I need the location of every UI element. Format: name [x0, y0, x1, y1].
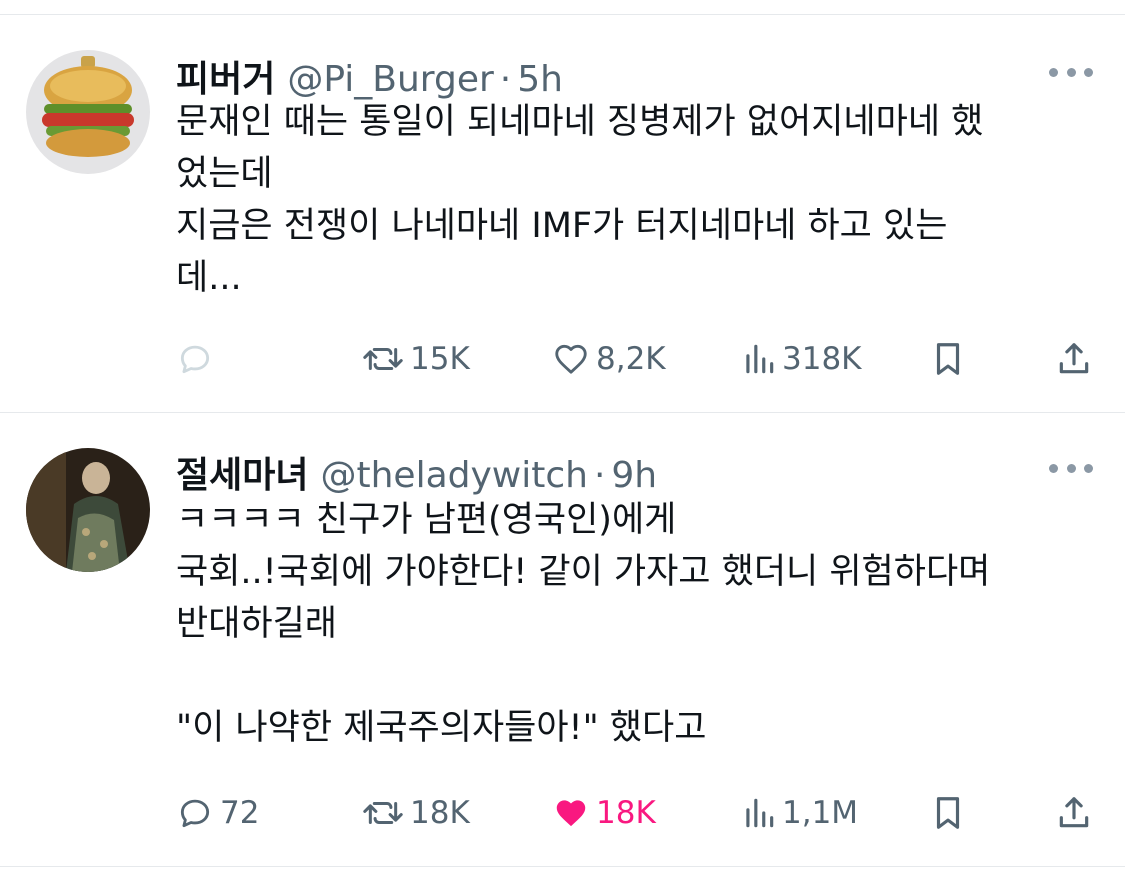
retweet-button[interactable]: 18K: [362, 788, 470, 838]
like-count: 18K: [596, 795, 656, 831]
like-count: 8,2K: [596, 341, 666, 377]
reply-icon: [180, 345, 210, 374]
retweet-count: 15K: [410, 341, 470, 377]
separator-dot: ·: [593, 455, 606, 496]
retweet-icon: [363, 801, 403, 825]
more-icon[interactable]: [1049, 60, 1093, 84]
views-icon: [746, 344, 774, 374]
avatar[interactable]: [26, 448, 150, 572]
timestamp[interactable]: 5h: [517, 59, 563, 100]
share-button[interactable]: [1056, 334, 1092, 384]
display-name[interactable]: 절세마녀: [176, 446, 308, 498]
bottom-divider: [0, 866, 1125, 867]
share-icon: [1059, 797, 1089, 828]
retweet-button[interactable]: 15K: [362, 334, 470, 384]
views-button[interactable]: 1,1M: [742, 788, 858, 838]
share-button[interactable]: [1056, 788, 1092, 838]
bookmark-icon: [936, 797, 960, 829]
views-count: 318K: [782, 341, 862, 377]
portrait-painting-avatar: [26, 448, 150, 572]
heart-icon: [555, 344, 587, 374]
retweet-count: 18K: [410, 795, 470, 831]
more-icon[interactable]: [1049, 456, 1093, 480]
user-handle[interactable]: @theladywitch: [320, 455, 587, 496]
tweet-text: ㅋㅋㅋㅋ 친구가 남편(영국인)에게 국회..!국회에 가야한다! 같이 가자고…: [176, 500, 991, 748]
tweet-actions: 72 18K 18K 1,1M: [176, 788, 1096, 838]
tweet-header: 절세마녀 @theladywitch · 9h: [176, 446, 657, 496]
tweet-text: 문재인 때는 통일이 되네마네 징병제가 없어지네마네 했 었는데 지금은 전쟁…: [176, 102, 984, 298]
burger-ornament-avatar: [26, 50, 150, 174]
top-divider: [0, 14, 1125, 15]
reply-button[interactable]: [176, 334, 220, 384]
bookmark-button[interactable]: [930, 788, 966, 838]
tweet-header: 피버거 @Pi_Burger · 5h: [176, 50, 563, 100]
like-button[interactable]: 18K: [552, 788, 656, 838]
views-icon: [746, 798, 774, 828]
user-handle[interactable]: @Pi_Burger: [287, 59, 493, 100]
views-count: 1,1M: [782, 795, 859, 831]
views-button[interactable]: 318K: [742, 334, 862, 384]
separator-dot: ·: [499, 59, 512, 100]
tweet-divider: [0, 412, 1125, 413]
reply-count: 72: [220, 795, 260, 831]
retweet-icon: [363, 347, 403, 371]
reply-icon: [180, 799, 210, 828]
heart-icon: [556, 800, 586, 827]
bookmark-icon: [936, 343, 960, 375]
like-button[interactable]: 8,2K: [552, 334, 666, 384]
reply-button[interactable]: 72: [176, 788, 259, 838]
timestamp[interactable]: 9h: [611, 455, 657, 496]
avatar[interactable]: [26, 50, 150, 174]
bookmark-button[interactable]: [930, 334, 966, 384]
display-name[interactable]: 피버거: [176, 50, 275, 102]
tweet-actions: 15K 8,2K 318K: [176, 334, 1096, 384]
share-icon: [1059, 343, 1089, 374]
